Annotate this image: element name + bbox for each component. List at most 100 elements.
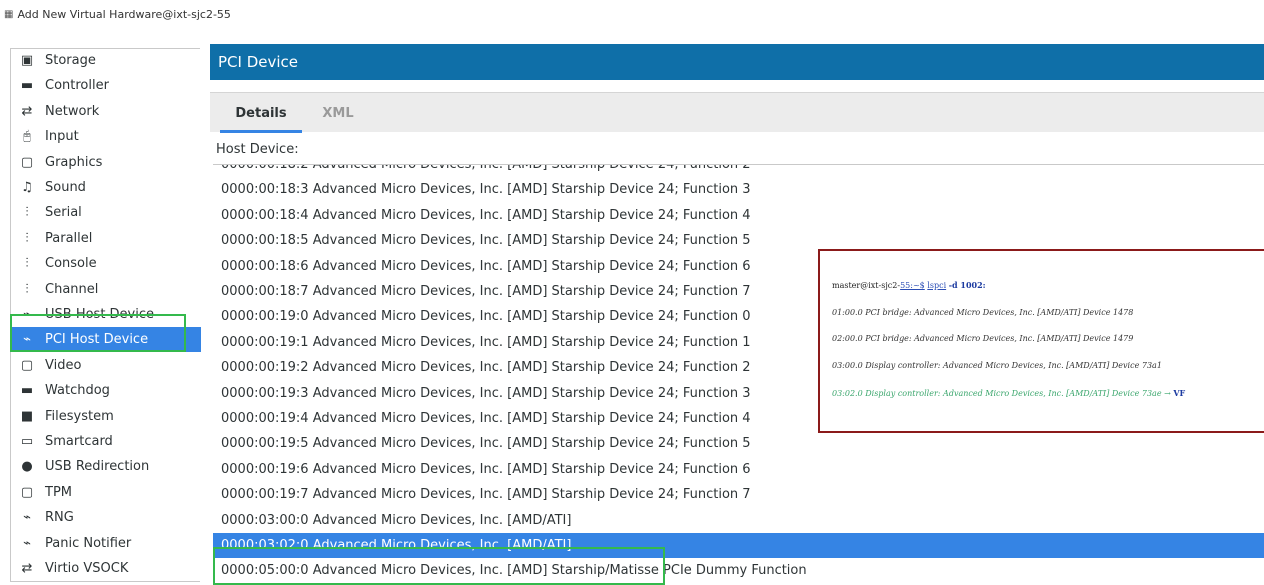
tpm-icon: ▢ — [20, 484, 34, 500]
sidebar-item[interactable]: ▢ Video — [11, 353, 201, 378]
device-row[interactable]: 0000:00:18:4 Advanced Micro Devices, Inc… — [213, 203, 1264, 228]
device-row-label: 0000:00:19:2 Advanced Micro Devices, Inc… — [221, 360, 751, 376]
sound-icon: ♫ — [21, 180, 33, 195]
tab-xml-label: XML — [322, 105, 354, 121]
tab-bar: Details XML — [210, 92, 1264, 133]
sidebar-item[interactable]: ⇄ Network — [11, 99, 201, 124]
tab-xml[interactable]: XML — [310, 93, 366, 133]
sidebar-item[interactable]: ▬ Watchdog — [11, 378, 201, 403]
annotation-line: 03:00.0 Display controller: Advanced Mic… — [832, 361, 1162, 370]
sidebar-item[interactable]: ⌁ Panic Notifier — [11, 531, 201, 556]
annotation-vf-label: VF — [1173, 388, 1186, 398]
sidebar-item[interactable]: ⫶ Serial — [11, 200, 201, 225]
sidebar-item-label: Input — [45, 129, 79, 145]
sidebar-item-label: RNG — [45, 510, 74, 526]
host-device-label: Host Device: — [216, 142, 299, 157]
sidebar-item[interactable]: ⫶ Console — [11, 251, 201, 276]
annotation-command: master@ixt-sjc2-55:~$ lspci -d 1002: — [832, 280, 986, 290]
panic-notifier-icon: ⌁ — [23, 535, 31, 551]
serial-icon: ⫶ — [25, 205, 29, 221]
sidebar-item[interactable]: ■ Filesystem — [11, 404, 201, 429]
device-row[interactable]: 0000:00:19:6 Advanced Micro Devices, Inc… — [213, 457, 1264, 482]
sidebar-item-label: Storage — [45, 53, 96, 68]
sidebar-item[interactable]: ⌁ USB Host Device — [11, 302, 201, 327]
usb-icon: ⌁ — [23, 307, 31, 322]
sidebar-item[interactable]: ⌁ PCI Host Device — [11, 327, 201, 353]
sidebar-item-label: Watchdog — [45, 383, 110, 399]
device-row-label: 0000:00:19:1 Advanced Micro Devices, Inc… — [221, 334, 751, 350]
device-row[interactable]: 0000:05:00:0 Advanced Micro Devices, Inc… — [213, 558, 1264, 582]
device-row[interactable]: 0000:00:18:3 Advanced Micro Devices, Inc… — [213, 177, 1264, 202]
panel-header: PCI Device — [210, 44, 1264, 80]
pci-icon: ⌁ — [23, 332, 31, 348]
annotation-line: 01:00.0 PCI bridge: Advanced Micro Devic… — [832, 308, 1134, 317]
sidebar-item[interactable]: ▬ Controller — [11, 73, 201, 98]
sidebar-item[interactable]: ⇄ Virtio VSOCK — [11, 556, 201, 581]
device-row-label: 0000:00:19:0 Advanced Micro Devices, Inc… — [221, 309, 751, 325]
input-icon: 🖰 — [23, 129, 31, 145]
controller-icon: ▬ — [20, 78, 34, 94]
sidebar-item-label: Graphics — [45, 154, 103, 170]
sidebar-item[interactable]: ⌁ RNG — [11, 505, 201, 530]
sidebar-item-label: Filesystem — [45, 408, 114, 424]
device-row-label: 0000:00:18:4 Advanced Micro Devices, Inc… — [221, 207, 751, 223]
sidebar-item[interactable]: ▢ TPM — [11, 480, 201, 505]
sidebar-item[interactable]: ▣ Storage — [11, 48, 201, 73]
device-row-label: 0000:03:00:0 Advanced Micro Devices, Inc… — [221, 512, 572, 528]
panel-title: PCI Device — [218, 53, 299, 71]
sidebar-item-label: TPM — [45, 484, 72, 500]
sidebar-item[interactable]: ⫶ Channel — [11, 277, 201, 302]
usb-redirection-icon: ● — [21, 459, 33, 475]
device-row-label: 0000:00:19:4 Advanced Micro Devices, Inc… — [221, 411, 751, 426]
window-title: Add New Virtual Hardware@ixt-sjc2-55 — [17, 7, 231, 21]
annotation-command-args: -d 1002: — [948, 280, 986, 290]
channel-icon: ⫶ — [25, 281, 29, 297]
sidebar-item-label: Sound — [45, 180, 86, 195]
sidebar-item[interactable]: ♫ Sound — [11, 175, 201, 200]
device-row-label: 0000:00:19:3 Advanced Micro Devices, Inc… — [221, 385, 751, 401]
storage-icon: ▣ — [20, 53, 34, 68]
device-row[interactable]: 0000:00:18:2 Advanced Micro Devices, Inc… — [213, 164, 1264, 177]
sidebar-item-label: USB Redirection — [45, 459, 150, 475]
video-icon: ▢ — [20, 357, 34, 373]
device-row[interactable]: 0000:00:19:5 Advanced Micro Devices, Inc… — [213, 431, 1264, 456]
device-row-label: 0000:05:00:0 Advanced Micro Devices, Inc… — [221, 563, 807, 579]
annotation-highlight-text: 03:02.0 Display controller: Advanced Mic… — [832, 389, 1171, 398]
network-icon: ⇄ — [21, 103, 33, 119]
device-row-label: 0000:00:19:7 Advanced Micro Devices, Inc… — [221, 487, 751, 503]
device-row-label: 0000:00:18:6 Advanced Micro Devices, Inc… — [221, 258, 751, 274]
filesystem-icon: ■ — [20, 408, 34, 424]
device-row-label: 0000:03:02:0 Advanced Micro Devices, Inc… — [221, 538, 572, 553]
sidebar-item[interactable]: ▢ Graphics — [11, 150, 201, 175]
device-row[interactable]: 0000:03:02:0 Advanced Micro Devices, Inc… — [213, 533, 1264, 558]
vsock-icon: ⇄ — [21, 561, 33, 576]
sidebar-item[interactable]: ▭ Smartcard — [11, 429, 201, 454]
graphics-icon: ▢ — [20, 154, 34, 170]
device-row-label: 0000:00:18:7 Advanced Micro Devices, Inc… — [221, 284, 751, 299]
sidebar-item[interactable]: 🖰 Input — [11, 124, 201, 149]
device-row[interactable]: 0000:00:19:7 Advanced Micro Devices, Inc… — [213, 482, 1264, 507]
sidebar-item[interactable]: ● USB Redirection — [11, 454, 201, 479]
watchdog-icon: ▬ — [20, 383, 34, 399]
tab-details-label: Details — [235, 105, 287, 121]
hardware-type-sidebar: ▣ Storage ▬ Controller ⇄ Network 🖰 Input ▢ Graphi… — [10, 48, 201, 582]
annotation-command-host: 55:~$ — [900, 281, 925, 290]
smartcard-icon: ▭ — [20, 434, 34, 449]
tab-details[interactable]: Details — [220, 93, 302, 133]
sidebar-item-label: USB Host Device — [45, 307, 155, 322]
annotation-highlight-line: 03:02.0 Display controller: Advanced Mic… — [832, 388, 1185, 398]
sidebar-item-label: Parallel — [45, 230, 93, 246]
sidebar-item-label: Serial — [45, 205, 82, 221]
device-row-label: 0000:00:18:3 Advanced Micro Devices, Inc… — [221, 182, 751, 198]
device-row-label: 0000:00:18:5 Advanced Micro Devices, Inc… — [221, 233, 751, 249]
device-row-label: 0000:00:18:2 Advanced Micro Devices, Inc… — [221, 164, 751, 172]
sidebar-item-label: PCI Host Device — [45, 332, 149, 348]
console-icon: ⫶ — [25, 256, 29, 272]
sidebar-item-label: Virtio VSOCK — [45, 561, 129, 576]
device-row[interactable]: 0000:03:00:0 Advanced Micro Devices, Inc… — [213, 508, 1264, 533]
window-titlebar: ▦ Add New Virtual Hardware@ixt-sjc2-55 — [0, 0, 1264, 28]
lspci-annotation: master@ixt-sjc2-55:~$ lspci -d 1002: 01:… — [818, 249, 1264, 433]
sidebar-item-label: Panic Notifier — [45, 535, 132, 551]
sidebar-item-label: Smartcard — [45, 434, 113, 449]
sidebar-item[interactable]: ⫶ Parallel — [11, 226, 201, 251]
